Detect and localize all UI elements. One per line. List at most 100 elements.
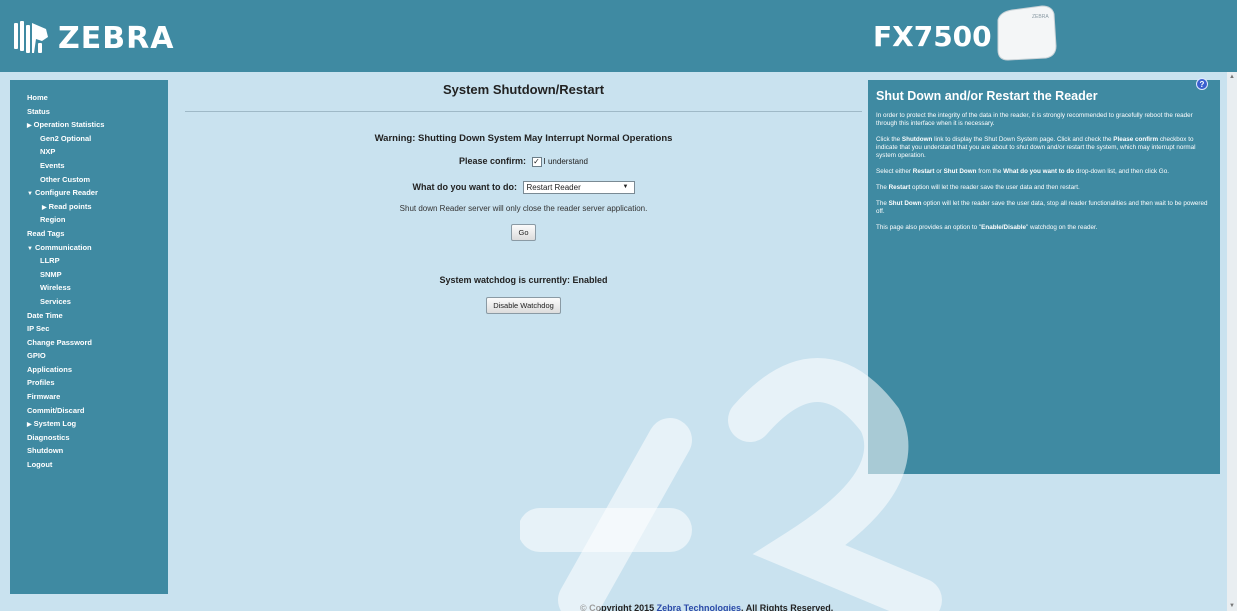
page-scrollbar[interactable]: ▲ ▼ [1227, 72, 1237, 611]
caret-down-icon: ▼ [27, 191, 33, 198]
sidebar-item-llrp[interactable]: LLRP [10, 254, 168, 268]
sidebar-item-label: Read points [48, 201, 92, 211]
confirm-checkbox[interactable]: ✓ [531, 156, 542, 167]
sidebar-item-label: SNMP [40, 269, 62, 279]
sidebar-item-services[interactable]: Services [10, 295, 168, 309]
chevron-down-icon: ▼ [622, 183, 629, 190]
warning-message: Warning: Shutting Down System May Interr… [374, 133, 673, 144]
sidebar-item-firmware[interactable]: Firmware [10, 390, 168, 404]
help-icon[interactable]: ? [1196, 78, 1208, 90]
sidebar-item-label: Profiles [27, 378, 55, 388]
sidebar-item-label: Services [40, 296, 71, 306]
footer-copyright: © Copyright 2015 Zebra Technologies. All… [580, 603, 834, 611]
model-name: FX7500 [873, 20, 992, 53]
footer-link[interactable]: Zebra Technologies [657, 603, 741, 611]
sidebar-item-label: IP Sec [27, 324, 50, 334]
sidebar-item-nxp[interactable]: NXP [10, 145, 168, 159]
caret-right-icon: ▶ [27, 422, 32, 429]
sidebar-item-region[interactable]: Region [10, 213, 168, 227]
sidebar-item-system-log[interactable]: ▶ System Log [10, 417, 168, 431]
brand-name: ZEBRA [58, 20, 175, 56]
sidebar-item-events[interactable]: Events [10, 159, 168, 173]
page-title: System Shutdown/Restart [442, 82, 605, 97]
sidebar-item-wireless[interactable]: Wireless [10, 281, 168, 295]
sidebar-item-snmp[interactable]: SNMP [10, 268, 168, 282]
reader-device-image: ZEBRA [997, 5, 1057, 61]
sidebar-item-label: Status [27, 106, 50, 116]
sidebar-item-label: Applications [27, 364, 73, 374]
confirm-text: I understand [543, 157, 589, 167]
confirm-label: Please confirm: [458, 156, 527, 166]
sidebar-item-applications[interactable]: Applications [10, 363, 168, 377]
action-select[interactable]: Restart Reader ▼ [522, 180, 635, 194]
action-select-value: Restart Reader [526, 182, 581, 192]
caret-down-icon: ▼ [27, 245, 33, 252]
sidebar-item-other-custom[interactable]: Other Custom [10, 173, 168, 187]
sidebar-item-label: Date Time [27, 310, 63, 320]
sidebar-item-operation-statistics[interactable]: ▶ Operation Statistics [10, 118, 168, 132]
watchdog-status: System watchdog is currently: Enabled [439, 274, 608, 285]
sidebar-item-read-tags[interactable]: Read Tags [10, 227, 168, 241]
sidebar-item-shutdown[interactable]: Shutdown [10, 444, 168, 458]
confirm-row: Please confirm: ✓ I understand [185, 156, 862, 167]
help-paragraph: Click the Shutdown link to display the S… [876, 136, 1196, 159]
sidebar-item-label: GPIO [27, 351, 46, 361]
sidebar-item-date-time[interactable]: Date Time [10, 309, 168, 323]
help-panel: ? Shut Down and/or Restart the Reader In… [868, 78, 1220, 474]
action-row: What do you want to do: Restart Reader ▼ [185, 180, 862, 194]
title-divider [185, 111, 862, 112]
shutdown-note: Shut down Reader server will only close … [399, 203, 648, 213]
sidebar-item-configure-reader[interactable]: ▼ Configure Reader [10, 186, 168, 200]
sidebar-item-label: Read Tags [27, 228, 65, 238]
help-title: Shut Down and/or Restart the Reader [876, 89, 1098, 103]
header-bar: ZEBRA FX7500 ZEBRA [0, 0, 1237, 72]
sidebar-item-ip-sec[interactable]: IP Sec [10, 322, 168, 336]
sidebar-item-status[interactable]: Status [10, 105, 168, 119]
help-paragraph: This page also provides an option to "En… [876, 224, 1098, 231]
help-paragraph: Select either Restart or Shut Down from … [876, 168, 1169, 175]
scroll-up-icon[interactable]: ▲ [1228, 74, 1236, 80]
go-button[interactable]: Go [511, 223, 536, 241]
scroll-down-icon[interactable]: ▼ [1228, 603, 1236, 609]
sidebar-item-label: NXP [40, 147, 56, 157]
main-content: System Shutdown/Restart Warning: Shuttin… [185, 80, 862, 314]
caret-right-icon: ▶ [27, 123, 32, 130]
help-paragraph: The Restart option will let the reader s… [876, 184, 1080, 191]
sidebar-item-gpio[interactable]: GPIO [10, 349, 168, 363]
sidebar-item-label: Configure Reader [34, 188, 98, 198]
sidebar-item-label: Communication [34, 242, 92, 252]
caret-right-icon: ▶ [42, 204, 47, 211]
help-paragraph: The Shut Down option will let the reader… [876, 200, 1208, 215]
sidebar-item-label: Shutdown [27, 446, 64, 456]
sidebar-item-label: Events [40, 160, 65, 170]
device-label: ZEBRA [1032, 14, 1049, 20]
sidebar-item-profiles[interactable]: Profiles [10, 376, 168, 390]
sidebar-item-label: Gen2 Optional [40, 133, 92, 143]
zebra-logo: ZEBRA [12, 18, 174, 58]
sidebar-item-label: Logout [27, 460, 53, 470]
sidebar-item-read-points[interactable]: ▶ Read points [10, 200, 168, 214]
sidebar-item-logout[interactable]: Logout [10, 458, 168, 472]
sidebar-item-label: Wireless [40, 283, 71, 293]
sidebar-item-label: Firmware [27, 392, 61, 402]
sidebar-item-commit-discard[interactable]: Commit/Discard [10, 404, 168, 418]
sidebar-item-label: Operation Statistics [33, 120, 105, 130]
sidebar-item-diagnostics[interactable]: Diagnostics [10, 431, 168, 445]
help-paragraph: In order to protect the integrity of the… [876, 112, 1193, 127]
sidebar-item-home[interactable]: Home [10, 91, 168, 105]
sidebar-item-label: Home [27, 93, 48, 102]
sidebar-item-label: Region [40, 215, 66, 225]
sidebar-nav: Home Status ▶ Operation Statistics Gen2 Opti… [10, 80, 168, 594]
sidebar-item-label: Diagnostics [27, 432, 70, 442]
zebra-head-icon [14, 21, 48, 53]
sidebar-item-communication[interactable]: ▼ Communication [10, 241, 168, 255]
sidebar-item-label: Other Custom [40, 174, 91, 184]
sidebar-item-label: Change Password [27, 337, 93, 347]
sidebar-item-label: Commit/Discard [27, 405, 85, 415]
sidebar-item-gen2-optional[interactable]: Gen2 Optional [10, 132, 168, 146]
sidebar-item-change-password[interactable]: Change Password [10, 336, 168, 350]
sidebar-item-label: LLRP [40, 256, 60, 266]
disable-watchdog-button[interactable]: Disable Watchdog [486, 296, 561, 314]
sidebar-item-label: System Log [33, 419, 77, 429]
action-label: What do you want to do: [412, 181, 517, 192]
